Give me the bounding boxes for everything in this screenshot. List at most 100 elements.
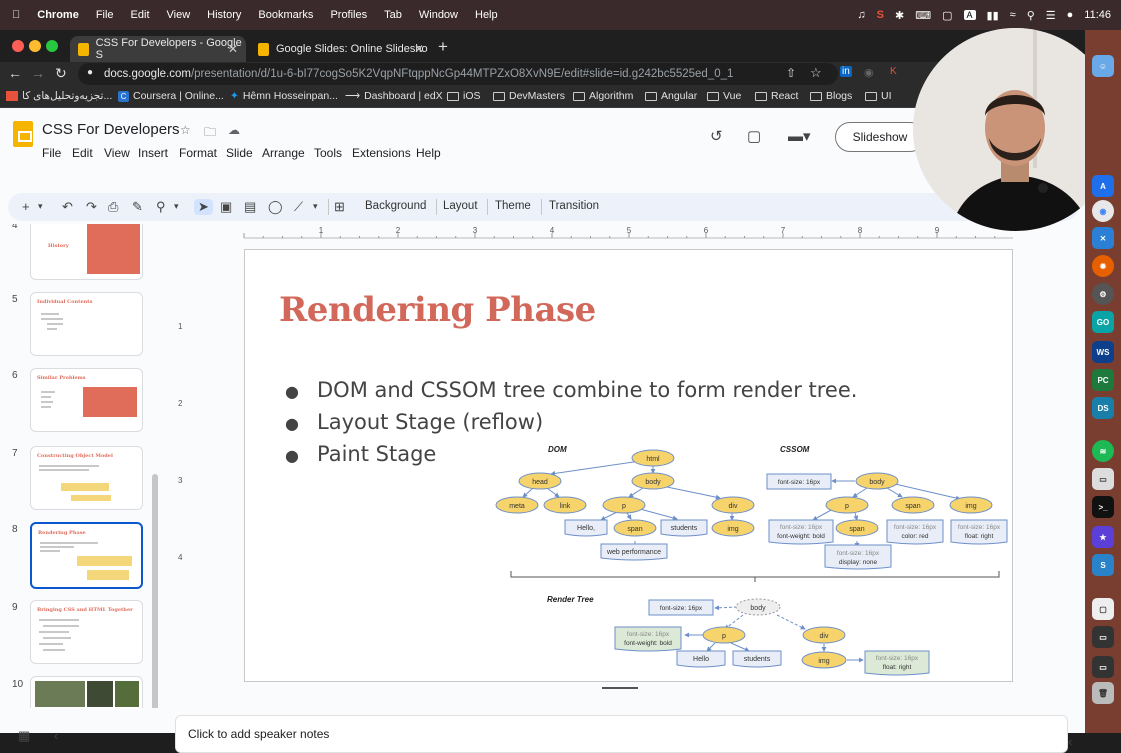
bookmark-folder[interactable]: Algorithm [573,90,633,102]
bookmark-folder[interactable]: DevMasters [493,90,565,102]
dom-hello-box[interactable]: Hello, [564,519,608,537]
undo-icon[interactable]: ↶ [62,199,73,215]
slides-logo-icon[interactable] [13,121,33,147]
text-box-icon[interactable]: ▣ [220,199,232,215]
pycharm-icon[interactable]: PC [1092,369,1114,391]
reload-icon[interactable]: ↻ [55,65,67,82]
slide-thumbnail[interactable]: Similar Problems [30,368,143,432]
bullet-item[interactable]: ● Paint Stage [285,442,436,466]
line-icon[interactable]: ⟋ [294,199,303,215]
bluetooth-icon[interactable]: ✱ [895,9,904,22]
menu-chrome[interactable]: Chrome [37,9,79,21]
extension-k-icon[interactable]: K [890,66,897,77]
theme-button[interactable]: Theme [495,200,531,212]
keyboard-icon[interactable]: ⌨ [915,9,931,22]
extension-icon[interactable]: ◉ [864,66,874,79]
menu-arrange[interactable]: Arrange [262,146,305,160]
add-comment-icon[interactable]: ⊞ [334,199,345,215]
render-p-style-box[interactable]: font-size: 16px font-weight: bold [614,626,682,652]
bookmark-item[interactable]: ⟶ Dashboard | edX [345,90,443,102]
vscode-icon[interactable]: ⨯ [1092,227,1114,249]
menu-tab[interactable]: Tab [384,9,402,21]
image-icon[interactable]: ▤ [244,199,256,215]
close-window-icon[interactable] [12,40,24,52]
render-hello-box[interactable]: Hello [676,650,726,668]
linkedin-extension-icon[interactable]: in [840,66,852,77]
cssom-body-node[interactable]: body [855,472,899,490]
bookmark-folder[interactable]: Vue [707,90,741,102]
cssom-p-style-box[interactable]: font-size: 16px font-weight: bold [768,519,834,545]
finder-icon[interactable]: ☺ [1092,55,1114,77]
firefox-icon[interactable]: ✹ [1092,255,1114,277]
window-thumb-icon[interactable]: ▭ [1092,656,1114,678]
slide-thumbnail[interactable] [30,676,143,708]
meet-camera-icon[interactable]: ▬▾ [788,127,811,145]
tab-css-for-developers[interactable]: CSS For Developers - Google S ✕ [70,36,246,62]
close-tab-icon[interactable]: ✕ [414,42,424,56]
render-body-node[interactable]: body [735,598,781,616]
version-history-icon[interactable]: ↺ [710,127,723,145]
shape-icon[interactable]: ◯ [268,199,283,215]
dom-div-node[interactable]: div [711,496,755,514]
terminal-icon[interactable]: >_ [1092,496,1114,518]
window-thumb-icon[interactable]: ▭ [1092,626,1114,648]
forward-icon[interactable]: → [31,65,45,81]
dom-img-node[interactable]: img [711,519,755,537]
menu-file[interactable]: File [42,146,61,160]
bullet-item[interactable]: ● Layout Stage (reflow) [285,410,543,434]
bookmark-folder[interactable]: React [755,90,798,102]
render-students-box[interactable]: students [732,650,782,668]
cloud-saved-icon[interactable]: ☁ [228,123,240,137]
share-icon[interactable]: ⇧ [786,66,796,80]
dom-web-performance-box[interactable]: web performance [600,543,668,561]
bookmark-item[interactable]: ✦ Hêmn Hosseinpan... [230,90,338,102]
menu-extensions[interactable]: Extensions [352,146,411,160]
render-p-node[interactable]: p [702,626,746,644]
line-dropdown-icon[interactable]: ▾ [313,201,318,212]
move-folder-icon[interactable]: 🗀 [204,123,216,144]
trash-icon[interactable]: 🗑 [1092,682,1114,704]
slide-title[interactable]: Rendering Phase [279,290,596,330]
dom-students-box[interactable]: students [660,519,708,537]
minimize-window-icon[interactable] [29,40,41,52]
webstorm-icon[interactable]: WS [1092,341,1114,363]
render-tree-diagram[interactable]: DOM CSSOM Render Tree html head body met… [495,435,1014,680]
layout-button[interactable]: Layout [443,200,478,212]
cssom-img-style-box[interactable]: font-size: 16px float: right [950,519,1008,545]
input-source-icon[interactable]: A [963,10,976,20]
bookmark-folder[interactable]: iOS [447,90,481,102]
comments-icon[interactable]: ▢ [747,127,761,145]
dom-body-node[interactable]: body [631,472,675,490]
datagrip-icon[interactable]: DS [1092,397,1114,419]
control-center-icon[interactable]: ☰ [1046,9,1056,22]
cssom-inner-style-box[interactable]: font-size: 16px display: none [824,544,892,570]
menu-view[interactable]: View [104,146,130,160]
zoom-dropdown-icon[interactable]: ▾ [174,201,179,212]
menu-window[interactable]: Window [419,9,458,21]
spotify-icon[interactable]: ≋ [1092,440,1114,462]
menu-history[interactable]: History [207,9,241,21]
background-button[interactable]: Background [365,200,426,212]
dom-p-node[interactable]: p [602,496,646,514]
menu-help[interactable]: Help [475,9,498,21]
grid-view-icon[interactable]: ▦ [18,728,30,743]
slide-thumbnail[interactable]: Individual Contents [30,292,143,356]
collapse-side-panel-icon[interactable]: ‹ [1068,734,1072,749]
back-icon[interactable]: ← [8,65,22,81]
close-tab-icon[interactable]: ✕ [228,42,238,56]
siri-icon[interactable]: ● [1067,9,1074,21]
clock-text[interactable]: 11:46 [1084,9,1111,21]
new-tab-icon[interactable]: + [438,37,448,57]
star-icon[interactable]: ☆ [180,123,191,137]
notes-app-icon[interactable]: ▭ [1092,468,1114,490]
menu-edit[interactable]: Edit [131,9,150,21]
cssom-fontsize-box[interactable]: font-size: 16px [766,473,832,490]
dom-head-node[interactable]: head [518,472,562,490]
apple-menu-icon[interactable]:  [12,9,20,21]
transition-button[interactable]: Transition [549,200,599,212]
menu-insert[interactable]: Insert [138,146,168,160]
menu-bookmarks[interactable]: Bookmarks [258,9,313,21]
document-icon[interactable]: ▢ [1092,598,1114,620]
menu-edit[interactable]: Edit [72,146,93,160]
menu-format[interactable]: Format [179,146,217,160]
